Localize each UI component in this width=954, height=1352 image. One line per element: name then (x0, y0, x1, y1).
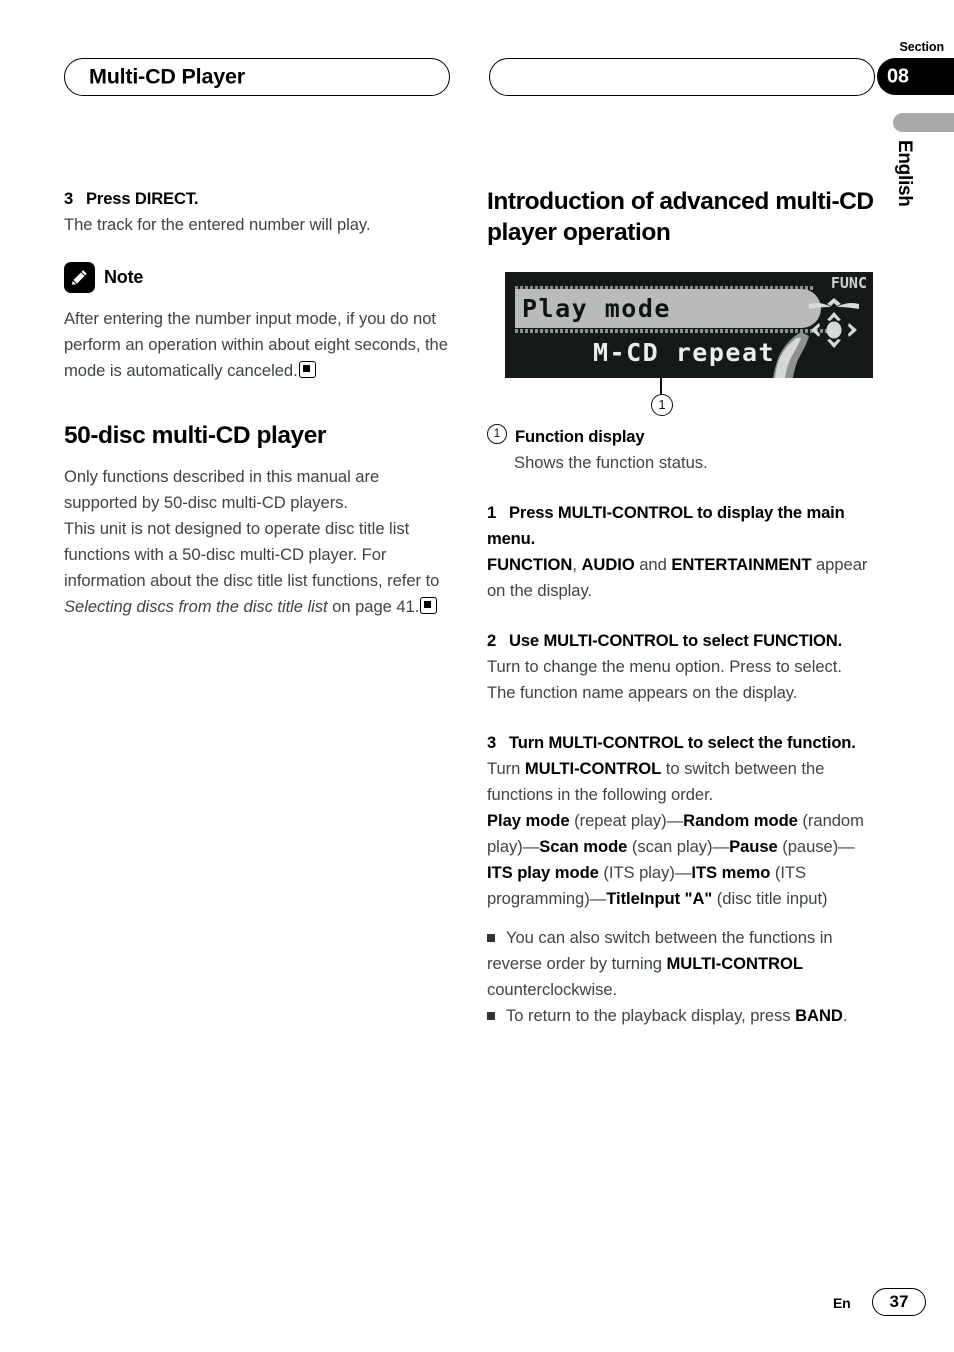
bullet-1-part-2: counterclockwise. (487, 980, 617, 999)
term-entertainment: ENTERTAINMENT (671, 555, 811, 574)
section-label: Section (900, 40, 944, 54)
term-band: BAND (795, 1006, 843, 1025)
section-tab: 08 (877, 58, 954, 95)
paragraph-2-italic-reference: Selecting discs from the disc title list (64, 597, 328, 616)
step-2-heading: 2Use MULTI-CONTROL to select FUNCTION. (487, 628, 877, 654)
term-multi-control: MULTI-CONTROL (525, 759, 661, 778)
hand-pointer-icon (771, 330, 815, 378)
pencil-icon (64, 262, 95, 293)
section-number: 08 (887, 65, 909, 88)
bullet-item-2: To return to the playback display, press… (487, 1003, 877, 1029)
function-name-4: ITS play mode (487, 863, 599, 882)
note-text-value: After entering the number input mode, if… (64, 309, 448, 380)
header-pill-left: Multi-CD Player (64, 58, 450, 96)
right-column: Introduction of advanced multi-CD player… (487, 186, 877, 1029)
end-marker-icon (299, 361, 316, 378)
step-2-body-2: The function name appears on the display… (487, 680, 877, 706)
language-tab-label: English (893, 140, 915, 260)
paragraph-2-part-b: on page 41. (328, 597, 420, 616)
step-1-text: Press MULTI-CONTROL to display the main … (487, 503, 845, 548)
step-3-number: 3 (64, 186, 86, 212)
header-pill-right (489, 58, 875, 96)
function-name-5: ITS memo (691, 863, 770, 882)
function-name-2: Scan mode (539, 837, 627, 856)
end-marker-icon (420, 597, 437, 614)
lcd-line-1: Play mode (522, 292, 671, 325)
section-heading-intro: Introduction of advanced multi-CD player… (487, 186, 877, 248)
function-desc-0: (repeat play)— (570, 811, 684, 830)
bullet-2-part-1: To return to the playback display, press (506, 1006, 795, 1025)
lcd-line-2: M-CD repeat (593, 336, 775, 369)
bullet-square-icon (487, 934, 495, 942)
step-3-heading: 3Press DIRECT. (64, 186, 454, 212)
step-2-number: 2 (487, 628, 509, 654)
caption-subtext: Shows the function status. (514, 450, 877, 476)
step-3-heading-right: 3Turn MULTI-CONTROL to select the functi… (487, 730, 877, 756)
lcd-func-label: FUNC (831, 274, 867, 292)
term-audio: AUDIO (581, 555, 634, 574)
step-3-number-right: 3 (487, 730, 509, 756)
bullet-2-part-2: . (843, 1006, 848, 1025)
lcd-figure: Play mode M-CD repeat FUNC (505, 272, 873, 378)
left-column: 3Press DIRECT. The track for the entered… (64, 186, 454, 620)
note-heading: Note (64, 262, 454, 293)
language-tab-bar (893, 113, 954, 132)
term-function: FUNCTION (487, 555, 572, 574)
step-3-lead: Turn (487, 759, 525, 778)
footer-language: En (833, 1295, 851, 1311)
step-1-number: 1 (487, 500, 509, 526)
function-desc-6: (disc title input) (712, 889, 827, 908)
page-title: Multi-CD Player (89, 65, 245, 90)
term-multi-control-reverse: MULTI-CONTROL (667, 954, 803, 973)
step-1-body: FUNCTION, AUDIO and ENTERTAINMENT appear… (487, 552, 877, 604)
function-desc-3: (pause)— (778, 837, 855, 856)
step-3-body-right: Turn MULTI-CONTROL to switch between the… (487, 756, 877, 808)
function-name-3: Pause (729, 837, 778, 856)
function-desc-2: (scan play)— (627, 837, 729, 856)
step-3-body: The track for the entered number will pl… (64, 212, 454, 238)
callout-marker-1: 1 (651, 394, 673, 416)
document-page: Multi-CD Player Section 08 English 3Pres… (0, 0, 954, 1352)
page-number: 37 (872, 1288, 926, 1316)
caption-label: Function display (515, 424, 644, 450)
step-2-text: Use MULTI-CONTROL to select FUNCTION. (509, 631, 842, 650)
section-heading-50disc: 50-disc multi-CD player (64, 420, 454, 451)
bullet-square-icon (487, 1012, 495, 1020)
step-1-sep-2: and (635, 555, 672, 574)
note-text: After entering the number input mode, if… (64, 306, 454, 384)
function-desc-4: (ITS play)— (599, 863, 692, 882)
paragraph-2: This unit is not designed to operate dis… (64, 516, 454, 620)
step-3-text: Press DIRECT. (86, 189, 198, 208)
step-3-text-right: Turn MULTI-CONTROL to select the functio… (509, 733, 856, 752)
function-name-1: Random mode (683, 811, 798, 830)
step-2-body-1: Turn to change the menu option. Press to… (487, 654, 877, 680)
function-name-0: Play mode (487, 811, 570, 830)
function-order-list: Play mode (repeat play)—Random mode (ran… (487, 808, 877, 912)
paragraph-1: Only functions described in this manual … (64, 464, 454, 516)
caption-marker-icon: 1 (487, 424, 507, 444)
caption-function-display: 1 Function display (487, 424, 877, 450)
step-1-heading: 1Press MULTI-CONTROL to display the main… (487, 500, 877, 552)
paragraph-2-part-a: This unit is not designed to operate dis… (64, 519, 439, 590)
lcd-screen: Play mode M-CD repeat FUNC (505, 272, 873, 378)
function-name-6: TitleInput "A" (606, 889, 712, 908)
note-label: Note (104, 267, 143, 288)
bullet-item-1: You can also switch between the function… (487, 925, 877, 1003)
